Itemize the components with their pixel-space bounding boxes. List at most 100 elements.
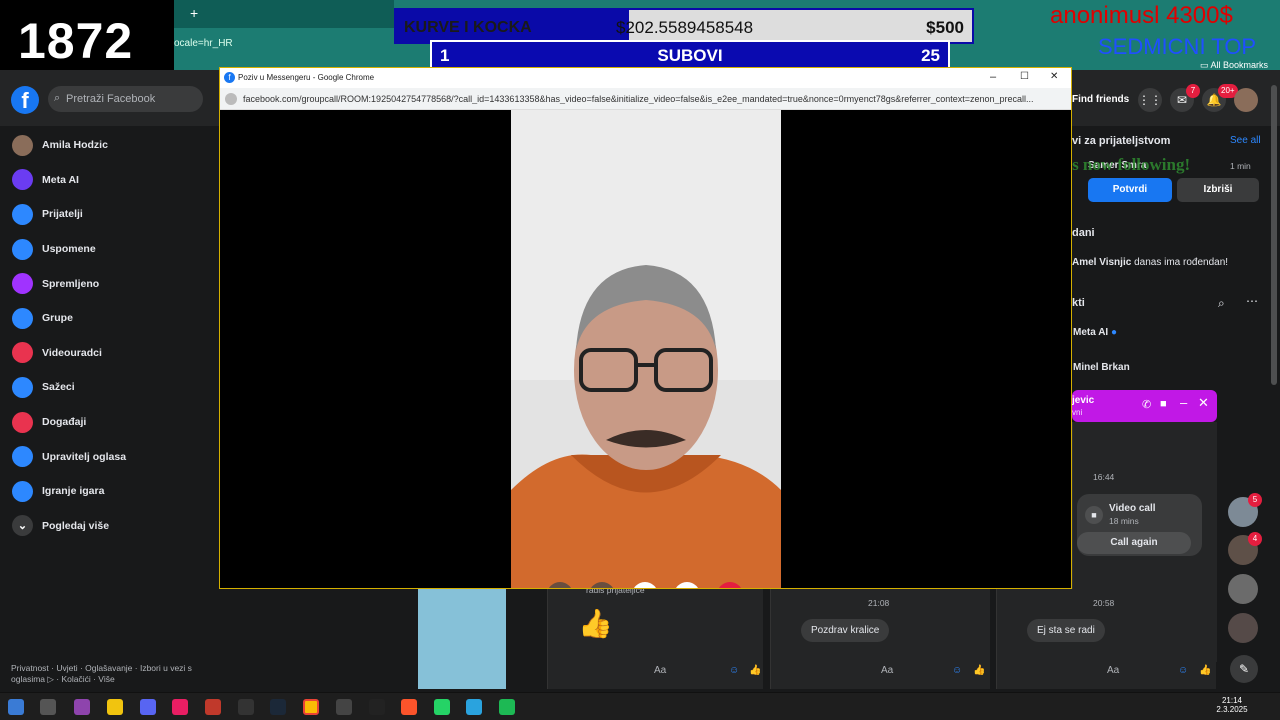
sidebar-item[interactable]: ⌄ Pogledaj više: [0, 509, 216, 544]
like-icon[interactable]: 👍: [1199, 665, 1211, 676]
chat-window-2: 21:08 Pozdrav kralice Aa ☺ 👍: [770, 589, 990, 689]
emoji-icon[interactable]: ☺: [952, 665, 962, 676]
window-titlebar[interactable]: f Poziv u Messengeru - Google Chrome – ☐…: [220, 68, 1071, 88]
sidebar-item[interactable]: Upravitelj oglasa: [0, 439, 216, 474]
chat-input[interactable]: Aa ☺ 👍: [1003, 665, 1211, 683]
sidebar-item[interactable]: Događaji: [0, 405, 216, 440]
sidebar-item-label: Videouradci: [42, 346, 102, 359]
close-window-icon[interactable]: ✕: [1050, 71, 1058, 82]
file-explorer-icon[interactable]: [107, 699, 123, 715]
request-time: 1 min: [1230, 161, 1251, 171]
new-message-icon[interactable]: ✎: [1230, 655, 1258, 683]
chat-input[interactable]: Aa ☺ 👍: [777, 665, 985, 683]
search-icon: ⌕: [54, 92, 61, 104]
browser-tab-strip: +: [174, 0, 394, 28]
chat-message: Pozdrav kralice: [801, 619, 890, 642]
subs-target: 25: [921, 46, 940, 65]
chat-input-placeholder: Aa: [654, 665, 667, 676]
epic-games-icon[interactable]: [238, 699, 254, 715]
capcut-icon[interactable]: [369, 699, 385, 715]
close-icon[interactable]: ✕: [1198, 395, 1209, 411]
telegram-icon[interactable]: [466, 699, 482, 715]
tiktok-live-icon[interactable]: [205, 699, 221, 715]
tiktok-icon[interactable]: [172, 699, 188, 715]
task-view-icon[interactable]: [40, 699, 56, 715]
search-contacts-icon[interactable]: ⌕: [1218, 296, 1225, 311]
minimize-window-icon[interactable]: –: [990, 71, 996, 83]
chat-window-1: radis prijateljice 👍 Aa ☺ 👍: [547, 585, 763, 689]
chat-avatar[interactable]: [1228, 613, 1258, 643]
messenger-badge: 7: [1186, 84, 1200, 98]
copilot-icon[interactable]: [74, 699, 90, 715]
contact-item[interactable]: Meta AI ●: [1073, 327, 1117, 338]
sidebar-item[interactable]: Uspomene: [0, 232, 216, 267]
birthday-rest: danas ima rođendan!: [1134, 257, 1229, 268]
minimize-icon[interactable]: –: [1180, 395, 1187, 410]
chat-input[interactable]: Aa ☺ 👍: [554, 665, 761, 683]
like-icon[interactable]: 👍: [973, 665, 985, 676]
weekly-top-text: SEDMICNI TOP: [1098, 34, 1257, 59]
discord-icon[interactable]: [140, 699, 156, 715]
spotify-icon[interactable]: [499, 699, 515, 715]
verified-icon: ●: [1110, 327, 1118, 338]
sidebar-item[interactable]: Igranje igara: [0, 474, 216, 509]
profile-avatar[interactable]: [1234, 88, 1258, 112]
facebook-logo[interactable]: f: [11, 86, 39, 114]
sidebar-item-label: Događaji: [42, 416, 87, 429]
emoji-icon[interactable]: ☺: [1178, 665, 1188, 676]
confirm-button[interactable]: Potvrdi: [1088, 178, 1172, 202]
sidebar-item[interactable]: Meta AI: [0, 163, 216, 198]
start-icon[interactable]: [8, 699, 24, 715]
chat-name: jevic: [1072, 395, 1095, 406]
menu-grid-icon[interactable]: ⋮⋮: [1138, 88, 1162, 112]
chrome-icon[interactable]: [303, 699, 319, 715]
video-call-icon[interactable]: ■: [1160, 398, 1167, 410]
scrollbar[interactable]: [1271, 85, 1277, 385]
contact-item[interactable]: Minel Brkan: [1073, 362, 1130, 373]
call-label: Video call: [1109, 503, 1156, 514]
footer-links[interactable]: Privatnost · Uvjeti · Oglašavanje · Izbo…: [11, 663, 211, 685]
popup-address-bar[interactable]: facebook.com/groupcall/ROOM:192504275477…: [220, 88, 1071, 110]
whatsapp-icon[interactable]: [434, 699, 450, 715]
maximize-window-icon[interactable]: ☐: [1020, 71, 1029, 82]
address-bar-fragment[interactable]: ocale=hr_HR: [174, 30, 394, 56]
new-tab-button[interactable]: +: [190, 5, 198, 21]
search-placeholder: Pretraži Facebook: [66, 93, 156, 105]
more-options-icon[interactable]: ⋯: [1246, 294, 1258, 308]
delete-button[interactable]: Izbriši: [1177, 178, 1259, 202]
sidebar-item-label: Prijatelji: [42, 208, 83, 221]
find-friends-link[interactable]: Find friends: [1072, 94, 1129, 105]
chat-time: 21:08: [868, 598, 890, 608]
meta-ai-icon: [12, 169, 33, 191]
thumbs-up-icon: 👍: [578, 608, 613, 639]
sidebar-item[interactable]: Amila Hodzic: [0, 128, 216, 163]
call-again-button[interactable]: Call again: [1077, 532, 1191, 554]
sidebar-item[interactable]: Sažeci: [0, 370, 216, 405]
subs-label: SUBOVI: [657, 46, 723, 65]
left-sidebar: Amila Hodzic Meta AI Prijatelji Uspomene Spr…: [0, 128, 216, 543]
chat-input-placeholder: Aa: [881, 665, 894, 676]
steam-icon[interactable]: [270, 699, 286, 715]
popup-url: facebook.com/groupcall/ROOM:192504275477…: [243, 94, 1034, 104]
chat-avatar[interactable]: [1228, 574, 1258, 604]
clock[interactable]: 21:14 2.3.2025: [1212, 696, 1252, 714]
site-info-icon[interactable]: [225, 93, 237, 105]
see-all-link[interactable]: See all: [1230, 135, 1261, 146]
clock-date: 2.3.2025: [1216, 705, 1248, 714]
search-input[interactable]: ⌕ Pretraži Facebook: [48, 86, 203, 112]
phone-icon[interactable]: ✆: [1142, 398, 1151, 411]
clock-time: 21:14: [1221, 696, 1243, 705]
sidebar-item[interactable]: Videouradci: [0, 336, 216, 371]
chat-header[interactable]: jevic vni ✆ ■ – ✕: [1072, 390, 1217, 422]
like-icon[interactable]: 👍: [749, 665, 761, 676]
birthday-text: Amel Visnjic danas ima rođendan!: [1072, 257, 1228, 268]
gaming-icon: [12, 480, 33, 502]
top-donor-text: anonimusl 4300$: [1050, 2, 1233, 29]
brave-icon[interactable]: [401, 699, 417, 715]
sidebar-item[interactable]: Spremljeno: [0, 266, 216, 301]
video-camera-icon: ■: [1085, 506, 1103, 524]
obs-icon[interactable]: [336, 699, 352, 715]
sidebar-item[interactable]: Prijatelji: [0, 197, 216, 232]
sidebar-item[interactable]: Grupe: [0, 301, 216, 336]
emoji-icon[interactable]: ☺: [729, 665, 739, 676]
